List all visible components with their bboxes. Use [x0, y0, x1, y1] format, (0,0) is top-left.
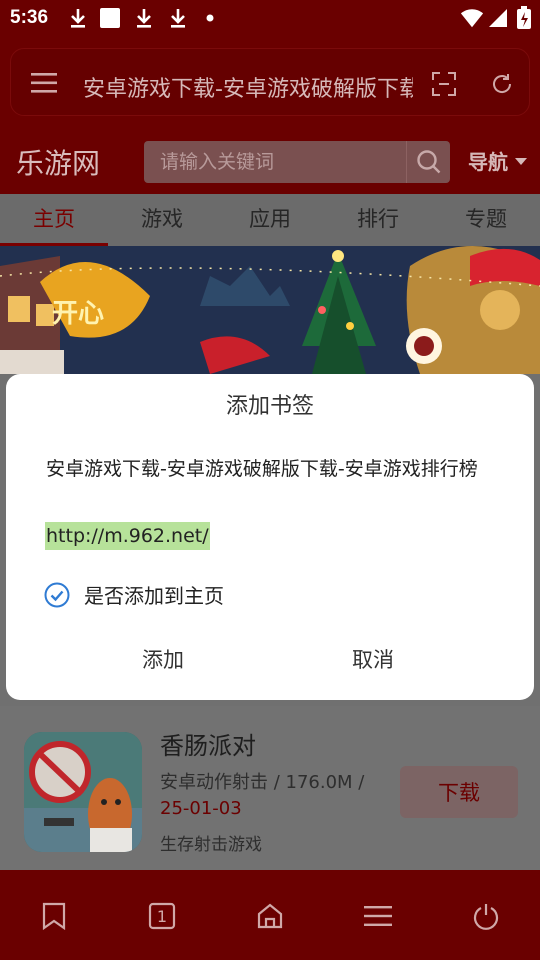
download-icon: [166, 6, 190, 30]
tabs-icon[interactable]: 1: [142, 896, 182, 936]
game-title[interactable]: 香肠派对: [160, 726, 256, 761]
game-meta: 安卓动作射击 / 176.0M / 25-01-03: [160, 770, 390, 822]
download-button[interactable]: 下载: [400, 766, 518, 818]
game-thumbnail[interactable]: [24, 732, 142, 852]
bookmark-name-field[interactable]: 安卓游戏下载-安卓游戏破解版下载-安卓游戏排行榜: [46, 454, 496, 481]
refresh-icon[interactable]: [487, 69, 517, 99]
bookmark-url-field[interactable]: http://m.962.net/: [45, 522, 210, 550]
site-header: 乐游网 导航: [0, 132, 540, 194]
tab-games[interactable]: 游戏: [108, 194, 216, 246]
dialog-title: 添加书签: [225, 394, 314, 419]
scan-icon[interactable]: [429, 69, 459, 99]
add-to-home-checkbox[interactable]: 是否添加到主页: [44, 580, 224, 609]
site-logo[interactable]: 乐游网: [16, 142, 100, 182]
tab-apps[interactable]: 应用: [216, 194, 324, 246]
game-description: 生存射击游戏: [160, 835, 262, 855]
checkbox-checked-icon[interactable]: [44, 582, 70, 608]
game-category-size: 安卓动作射击 / 176.0M /: [160, 772, 365, 793]
search-icon: [416, 149, 442, 175]
game-list-item[interactable]: 香肠派对 安卓动作射击 / 176.0M / 25-01-03 生存射击游戏 下…: [0, 706, 540, 870]
nav-label: 导航: [468, 150, 508, 174]
svg-text:开心: 开心: [52, 299, 104, 329]
game-date: 25-01-03: [160, 798, 242, 819]
power-icon[interactable]: [466, 896, 506, 936]
caret-down-icon: [514, 156, 528, 166]
battery-charging-icon: [512, 6, 536, 30]
search-button[interactable]: [406, 141, 450, 183]
page-title-in-address-bar[interactable]: 安卓游戏下载-安卓游戏破解版下载-安卓游戏排行: [83, 71, 413, 103]
tab-count: 1: [156, 906, 168, 926]
download-icon: [66, 6, 90, 30]
nav-dropdown[interactable]: 导航: [468, 146, 528, 175]
tab-home[interactable]: 主页: [0, 194, 108, 246]
bottom-nav: 1: [0, 870, 540, 960]
menu-icon[interactable]: [358, 896, 398, 936]
notification-square-icon: [98, 6, 122, 30]
status-time: 5:36: [10, 7, 49, 28]
checkbox-label: 是否添加到主页: [84, 584, 224, 608]
download-icon: [132, 6, 156, 30]
status-bar: 5:36: [0, 0, 540, 38]
signal-icon: [486, 6, 510, 30]
search-box[interactable]: [144, 141, 450, 183]
tab-ranking[interactable]: 排行: [324, 194, 432, 246]
home-icon[interactable]: [250, 896, 290, 936]
cancel-button[interactable]: 取消: [352, 644, 394, 674]
address-bar[interactable]: 安卓游戏下载-安卓游戏破解版下载-安卓游戏排行: [10, 48, 530, 116]
bookmark-icon[interactable]: [34, 896, 74, 936]
tab-topics[interactable]: 专题: [432, 194, 540, 246]
hamburger-menu-icon[interactable]: [29, 69, 59, 97]
browser-toolbar: 安卓游戏下载-安卓游戏破解版下载-安卓游戏排行: [0, 38, 540, 132]
dot-icon: [198, 6, 222, 30]
add-bookmark-dialog: 添加书签 安卓游戏下载-安卓游戏破解版下载-安卓游戏排行榜 http://m.9…: [6, 374, 534, 700]
wifi-icon: [460, 6, 484, 30]
search-input[interactable]: [144, 141, 406, 183]
banner-image[interactable]: 开心: [0, 246, 540, 374]
add-button[interactable]: 添加: [142, 644, 184, 674]
nav-tabs: 主页 游戏 应用 排行 专题: [0, 194, 540, 246]
